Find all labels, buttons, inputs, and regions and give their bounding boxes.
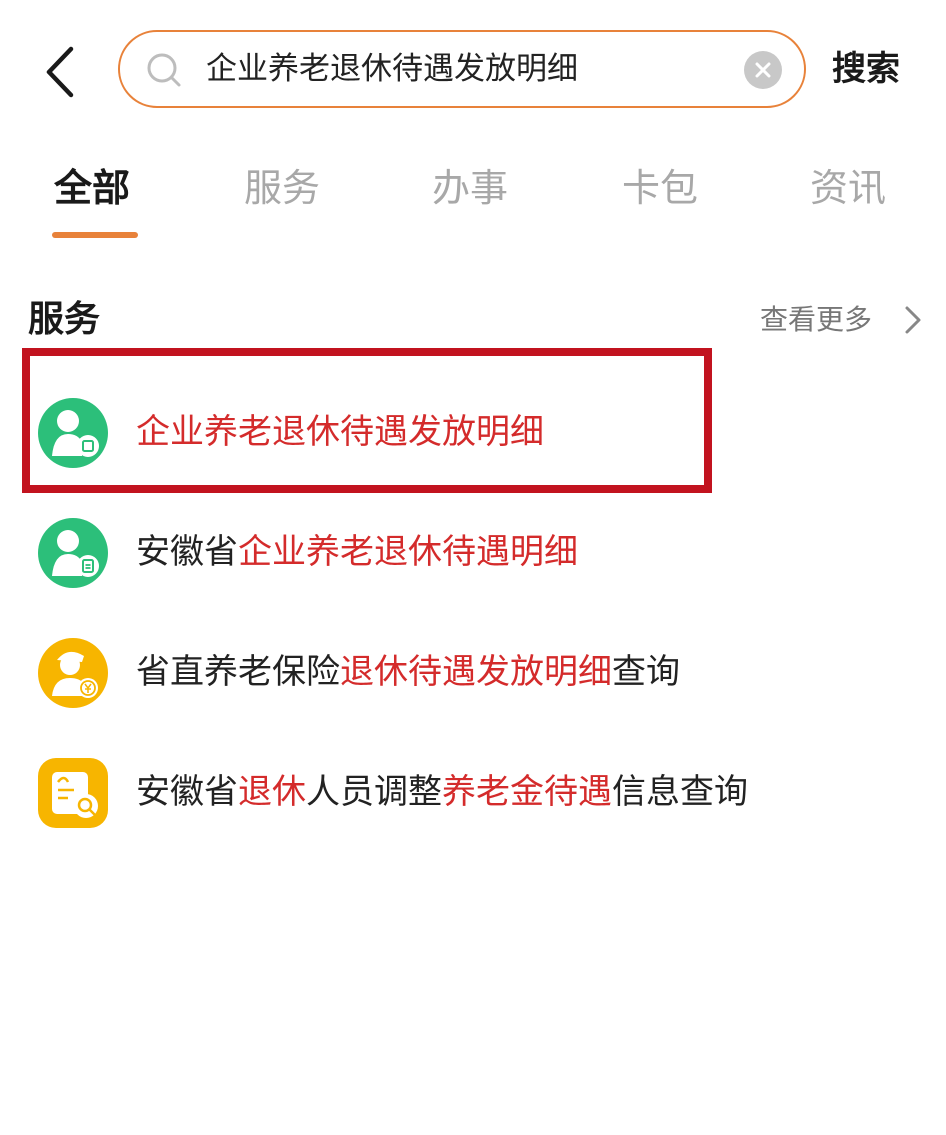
result-title: 企业养老退休待遇发放明细 (136, 402, 544, 462)
result-title: 省直养老保险退休待遇发放明细查询 (136, 642, 680, 702)
pension-detail-icon (38, 398, 108, 468)
list-item[interactable]: 企业养老退休待遇发放明细 (0, 372, 946, 492)
tab-news[interactable]: 资讯 (810, 160, 886, 216)
pension-money-icon (38, 638, 108, 708)
search-icon (147, 53, 181, 87)
result-text: 省直养老保险 (136, 652, 340, 692)
active-tab-indicator (52, 232, 138, 238)
keyword-highlight: 养老金待遇 (442, 772, 612, 812)
keyword-highlight: 退休 (238, 772, 306, 812)
back-button[interactable] (30, 40, 90, 104)
tab-bar: 全部 服务 办事 卡包 资讯 (0, 150, 946, 250)
result-text: 安徽省 (136, 772, 238, 812)
document-search-icon (38, 758, 108, 828)
top-bar: 搜索 (0, 0, 946, 140)
result-title: 安徽省退休人员调整养老金待遇信息查询 (136, 762, 748, 822)
search-box[interactable] (118, 30, 806, 108)
tab-services[interactable]: 服务 (244, 160, 320, 216)
keyword-highlight: 退休待遇发放明细 (340, 652, 612, 692)
close-icon (755, 62, 771, 78)
pension-list-icon (38, 518, 108, 588)
see-more-link[interactable]: 查看更多 (760, 298, 872, 342)
list-item[interactable]: 安徽省退休人员调整养老金待遇信息查询 (0, 732, 946, 852)
tab-all[interactable]: 全部 (54, 160, 130, 216)
result-title: 安徽省企业养老退休待遇明细 (136, 522, 578, 582)
list-item[interactable]: 安徽省企业养老退休待遇明细 (0, 492, 946, 612)
search-input[interactable] (206, 44, 726, 94)
clear-search-button[interactable] (744, 51, 782, 89)
section-title: 服务 (28, 299, 101, 340)
result-text: 查询 (612, 652, 680, 692)
result-text: 安徽省 (136, 532, 238, 572)
tab-card-wallet[interactable]: 卡包 (622, 160, 698, 216)
services-section-header: 服务 查看更多 (0, 288, 946, 352)
chevron-right-icon[interactable] (902, 304, 924, 336)
result-text: 信息查询 (612, 772, 748, 812)
tab-affairs[interactable]: 办事 (432, 160, 508, 216)
keyword-highlight: 企业养老退休待遇明细 (238, 532, 578, 572)
search-button[interactable]: 搜索 (832, 44, 900, 94)
keyword-highlight: 企业养老退休待遇发放明细 (136, 412, 544, 452)
chevron-left-icon (46, 46, 74, 98)
result-text: 人员调整 (306, 772, 442, 812)
list-item[interactable]: 省直养老保险退休待遇发放明细查询 (0, 612, 946, 732)
